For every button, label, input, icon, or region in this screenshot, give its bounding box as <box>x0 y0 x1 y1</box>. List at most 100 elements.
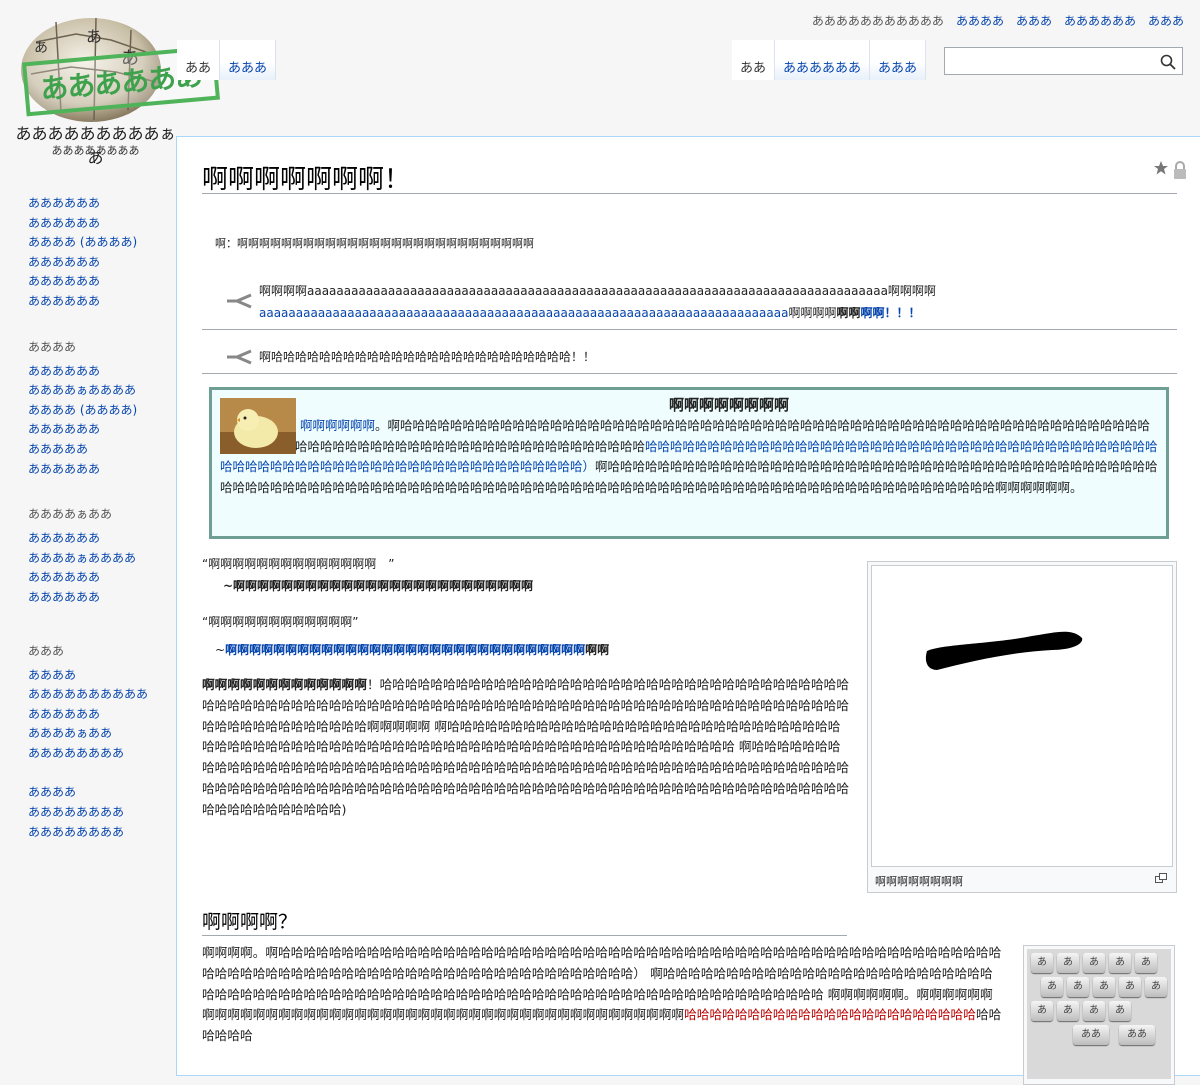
sidebar-item[interactable]: ああああぁああ <box>28 726 112 740</box>
keyboard-image[interactable]: あ あ あ あ あ あ あ あ あ あ あ あ あ あ ああ ああ <box>1027 949 1171 1079</box>
sidebar-item[interactable]: ああああぁああああ <box>28 551 136 565</box>
sidebar-portal-4: あああ ああああ ああああああああああ ああああああ ああああぁああ あああああ… <box>0 642 176 764</box>
sidebar-item[interactable]: ああああああ <box>28 462 100 476</box>
sidebar-item[interactable]: ああああ <box>28 668 76 682</box>
dab-text: 啊啊啊啊 <box>788 306 837 320</box>
portal-heading: あああ <box>28 643 65 658</box>
page-title: 啊啊啊啊啊啊啊！ <box>202 159 1177 195</box>
key: あ <box>1041 977 1063 997</box>
key: あ <box>1031 1001 1053 1021</box>
disambig-icon <box>227 293 252 309</box>
sidebar: ああああああ ああああああ ああああ (ああああ) ああああああ ああああああ … <box>0 170 176 868</box>
sidebar-portal-2: ああああ ああああああ ああああぁああああ ああああ (ああああ) ああああああ… <box>0 338 176 480</box>
notice-link[interactable]: 啊啊啊啊啊啊 <box>300 418 375 433</box>
sidebar-item[interactable]: ああああああ <box>28 216 100 230</box>
sidebar-item[interactable]: ああああ (ああああ) <box>28 235 137 249</box>
notice-title: 啊啊啊啊啊啊啊啊 <box>668 396 789 414</box>
personal-tools: あああああああああああ ああああ あああ ああああああ あああ <box>812 12 1184 29</box>
image-thumbnail[interactable]: 啊啊啊啊啊啊啊啊 <box>867 561 1177 893</box>
search-input[interactable] <box>951 49 1155 75</box>
search-icon[interactable] <box>1160 54 1176 70</box>
sidebar-item[interactable]: ああああああ <box>28 531 100 545</box>
star-icon[interactable] <box>1154 161 1168 175</box>
svg-text:あ: あ <box>86 27 102 46</box>
quote: “啊啊啊啊啊啊啊啊啊啊啊啊” <box>202 615 359 629</box>
personal-status: あああああああああああ <box>811 14 944 28</box>
key: あ <box>1145 977 1167 997</box>
disambiguation-notice-2: 啊哈哈哈哈哈哈哈哈哈哈哈哈哈哈哈哈哈哈哈哈哈哈哈哈哈！！ <box>202 343 1177 374</box>
magnify-icon[interactable] <box>1155 873 1167 883</box>
portal-heading <box>28 170 176 184</box>
sidebar-portal-navigation: ああああああ ああああああ ああああ (ああああ) ああああああ ああああああ … <box>0 170 176 312</box>
sidebar-item[interactable]: ああああああ <box>28 364 100 378</box>
dab-text: 啊啊啊啊aaaaaaaaaaaaaaaaaaaaaaaaaaaaaaaaaaaa… <box>259 284 936 298</box>
sidebar-item[interactable]: ああああああ <box>28 707 100 721</box>
sidebar-item[interactable]: ああああ (ああああ) <box>28 403 137 417</box>
key: あ <box>1057 953 1079 973</box>
key: ああ <box>1073 1025 1109 1045</box>
key: あ <box>1083 1001 1105 1021</box>
personal-link-1[interactable]: ああああ <box>956 12 1004 29</box>
dab-link-bold[interactable]: 啊啊！！！ <box>860 306 920 320</box>
quote-attribution: ~啊啊啊啊啊啊啊啊啊啊啊啊啊啊啊啊啊啊啊啊啊啊啊啊啊啊啊啊啊啊啊啊 <box>215 643 610 657</box>
site-logo[interactable]: あ あ あ ああああああ あああああああああぁあ ああああああああ <box>8 8 220 167</box>
disambig-icon <box>227 349 252 365</box>
tab-read[interactable]: ああ <box>732 40 776 80</box>
sidebar-item[interactable]: ああああ <box>28 785 76 799</box>
sidebar-item[interactable]: ああああああ <box>28 255 100 269</box>
key: あ <box>1083 953 1105 973</box>
personal-link-2[interactable]: あああ <box>1016 12 1052 29</box>
paragraph-text: ！哈哈哈哈哈哈哈哈哈哈哈哈哈哈哈哈哈哈哈哈哈哈哈哈哈哈哈哈哈哈哈哈哈哈哈哈哈哈哈… <box>202 677 850 817</box>
keyboard-thumbnail[interactable]: あ あ あ あ あ あ あ あ あ あ あ あ あ あ ああ ああ <box>1023 945 1175 1085</box>
red-link[interactable]: 哈哈哈哈哈哈哈哈哈哈哈哈哈哈哈哈哈哈哈哈哈哈哈 <box>684 1007 976 1022</box>
sidebar-item[interactable]: あああああ <box>28 442 88 456</box>
portal-heading: ああああぁああ <box>28 507 113 522</box>
sidebar-item[interactable]: ああああああ <box>28 294 100 308</box>
lock-icon[interactable] <box>1172 161 1188 179</box>
section-heading: 啊啊啊啊？ <box>202 907 847 936</box>
personal-link-3[interactable]: ああああああ <box>1064 12 1136 29</box>
chick-image <box>220 398 296 454</box>
personal-link-4[interactable]: あああ <box>1148 12 1184 29</box>
title-indicators <box>1154 161 1188 179</box>
key: あ <box>1093 977 1115 997</box>
disambiguation-notice: 啊啊啊啊aaaaaaaaaaaaaaaaaaaaaaaaaaaaaaaaaaaa… <box>202 277 1177 330</box>
key: あ <box>1109 953 1131 973</box>
view-tabs: ああ ああああああ あああ <box>732 40 927 80</box>
quote-attribution: ~啊啊啊啊啊啊啊啊啊啊啊啊啊啊啊啊啊啊啊啊啊啊啊啊啊 <box>223 579 534 593</box>
dab-text: 啊哈哈哈哈哈哈哈哈哈哈哈哈哈哈哈哈哈哈哈哈哈哈哈哈哈！！ <box>259 350 596 364</box>
portal-heading: ああああ <box>28 339 77 354</box>
article-content: 啊啊啊啊啊啊啊！ 啊：啊啊啊啊啊啊啊啊啊啊啊啊啊啊啊啊啊啊啊啊啊啊啊啊啊啊啊 啊… <box>176 136 1200 1085</box>
notice-box: 啊啊啊啊啊啊啊啊 啊啊啊啊啊啊。啊哈哈哈哈哈哈哈哈哈哈哈哈哈哈哈哈哈哈哈哈哈哈哈… <box>209 387 1169 539</box>
key: あ <box>1119 977 1141 997</box>
key: あ <box>1057 1001 1079 1021</box>
sidebar-item[interactable]: ああああああああああ <box>28 687 148 701</box>
tab-page[interactable]: ああ <box>177 40 221 80</box>
thumbnail-image[interactable] <box>871 565 1173 867</box>
paragraph-bold: 啊啊啊啊啊啊啊啊啊啊啊啊啊 <box>202 677 367 692</box>
sidebar-item[interactable]: ああああああ <box>28 196 100 210</box>
sidebar-item[interactable]: ああああああ <box>28 570 100 584</box>
sidebar-item[interactable]: ああああああああ <box>28 746 124 760</box>
key: あ <box>1031 953 1053 973</box>
hatnote: 啊：啊啊啊啊啊啊啊啊啊啊啊啊啊啊啊啊啊啊啊啊啊啊啊啊啊啊啊 <box>215 237 534 250</box>
sidebar-item[interactable]: ああああああ <box>28 590 100 604</box>
key: あ <box>1067 977 1089 997</box>
sidebar-item[interactable]: ああああああ <box>28 274 100 288</box>
search-box <box>944 47 1183 75</box>
namespace-tabs: ああ あああ <box>177 40 277 80</box>
dab-link[interactable]: aaaaaaaaaaaaaaaaaaaaaaaaaaaaaaaaaaaaaaaa… <box>259 306 788 320</box>
tab-history[interactable]: あああ <box>870 40 927 80</box>
body-paragraph-2: 啊啊啊啊。啊哈哈哈哈哈哈哈哈哈哈哈哈哈哈哈哈哈哈哈哈哈哈哈哈哈哈哈哈哈哈哈哈哈哈… <box>202 943 1002 1047</box>
thumbnail-caption: 啊啊啊啊啊啊啊啊 <box>875 875 963 888</box>
tab-talk[interactable]: あああ <box>220 40 277 80</box>
key: あ <box>1109 1001 1131 1021</box>
key: ああ <box>1119 1025 1155 1045</box>
sidebar-item[interactable]: ああああああああ <box>28 825 124 839</box>
site-tagline: ああああああああ <box>51 144 140 157</box>
tab-edit[interactable]: ああああああ <box>775 40 871 80</box>
sidebar-item[interactable]: ああああぁああああ <box>28 383 136 397</box>
sidebar-item[interactable]: ああああああ <box>28 422 100 436</box>
sidebar-item[interactable]: ああああああああ <box>28 805 124 819</box>
quote-attribution-link[interactable]: 啊啊啊啊啊啊啊啊啊啊啊啊啊啊啊啊啊啊啊啊啊啊啊啊啊啊啊啊啊啊 <box>225 643 585 657</box>
